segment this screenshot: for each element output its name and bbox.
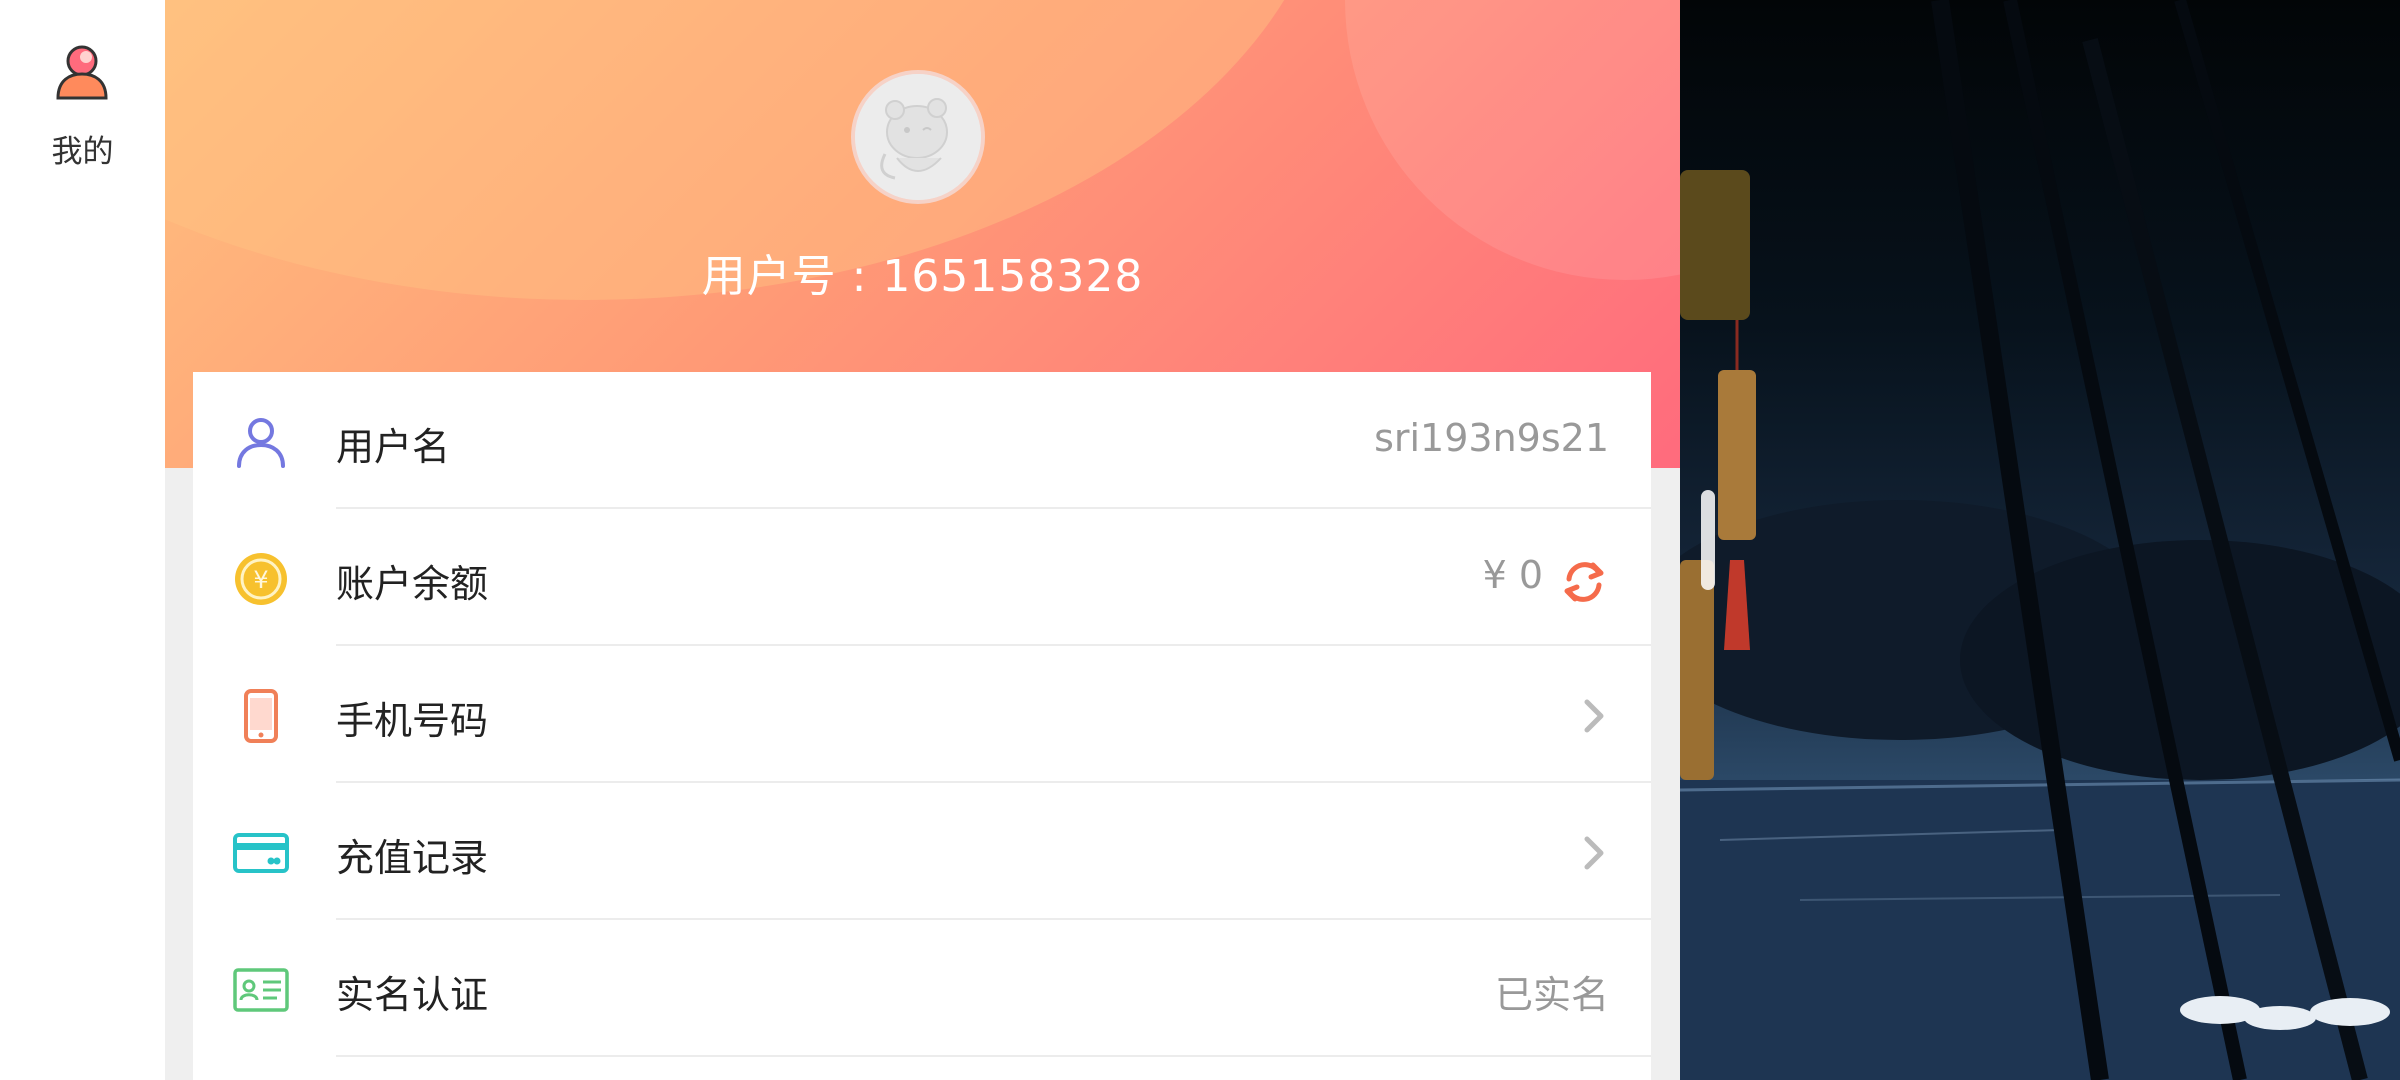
bamboo-scene-image (1680, 0, 2400, 1080)
header-decoration (1345, 0, 1680, 280)
card-icon (233, 833, 289, 873)
app-root: 我的 用户号 : 165158328 用户名 sri193n9s21 ¥ 账户余… (0, 0, 2400, 1080)
row-label: 用户名 (336, 425, 451, 469)
row-username[interactable]: 用户名 sri193n9s21 (193, 372, 1651, 509)
game-background (1680, 0, 2400, 1080)
chevron-right-icon (1584, 699, 1604, 733)
nav-rail: 我的 (0, 0, 165, 1080)
row-label: 手机号码 (336, 699, 489, 743)
row-label: 实名认证 (336, 973, 489, 1017)
refresh-icon[interactable] (1559, 557, 1609, 607)
row-phone[interactable]: 手机号码 (193, 646, 1651, 783)
divider (336, 1055, 1651, 1057)
id-card-icon (233, 968, 289, 1012)
nav-item-label: 我的 (51, 134, 114, 170)
user-icon (56, 45, 108, 100)
row-value: ¥ 0 (1482, 553, 1543, 597)
row-recharge-record[interactable]: 充值记录 (193, 783, 1651, 920)
user-id-text: 用户号 : 165158328 (701, 251, 1144, 302)
row-balance[interactable]: ¥ 账户余额 ¥ 0 (193, 509, 1651, 646)
profile-info-card: 用户名 sri193n9s21 ¥ 账户余额 ¥ 0 手机号码 充值记录 实名认… (193, 372, 1651, 1080)
avatar-cat-icon (855, 74, 981, 200)
avatar[interactable] (851, 70, 985, 204)
coin-icon: ¥ (235, 553, 287, 605)
row-label: 账户余额 (336, 562, 489, 606)
scroll-handle[interactable] (1701, 490, 1715, 590)
phone-icon (244, 689, 278, 743)
nav-item-mine[interactable]: 我的 (0, 30, 165, 180)
row-value: sri193n9s21 (1374, 416, 1609, 460)
user-outline-icon (237, 418, 285, 468)
svg-text:¥: ¥ (253, 566, 268, 594)
row-value: 已实名 (1494, 973, 1609, 1017)
row-label: 充值记录 (336, 836, 489, 880)
main-panel: 用户号 : 165158328 用户名 sri193n9s21 ¥ 账户余额 ¥… (165, 0, 1680, 1080)
chevron-right-icon (1584, 836, 1604, 870)
row-real-name[interactable]: 实名认证 已实名 (193, 920, 1651, 1057)
